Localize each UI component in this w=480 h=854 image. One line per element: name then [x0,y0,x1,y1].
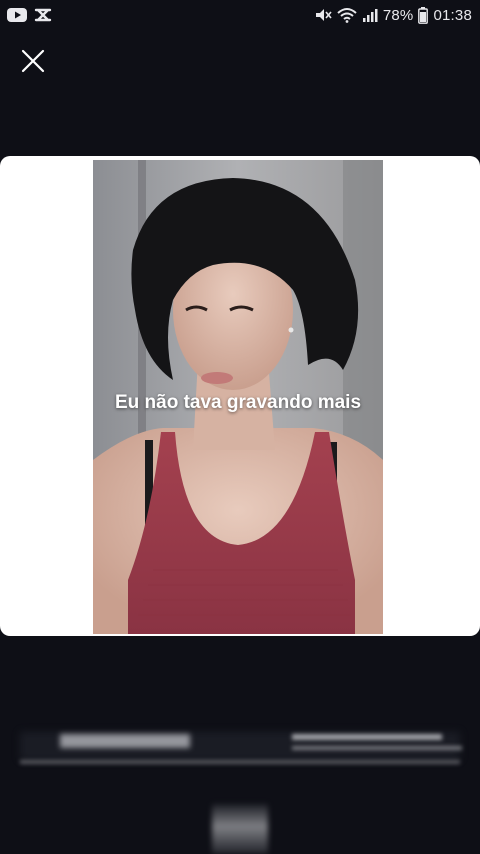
battery-percent: 78% [382,6,414,24]
blurred-timeline [0,720,480,780]
video-frame[interactable]: Eu não tava gravando mais [93,160,383,634]
signal-icon [362,7,378,23]
wifi-icon [337,7,357,23]
status-bar-left [6,7,52,23]
clock: 01:38 [433,6,472,24]
close-icon[interactable] [21,49,45,73]
mute-icon [314,7,332,23]
battery-icon [418,6,429,24]
video-preview-card[interactable]: Eu não tava gravando mais [0,156,480,636]
video-caption: Eu não tava gravando mais [114,392,362,413]
youtube-icon [6,7,28,23]
status-bar: 78% 01:38 [0,0,480,30]
status-bar-right: 78% 01:38 [314,6,472,24]
close-button[interactable] [18,46,48,76]
blurred-thumbnail [212,804,268,854]
capcut-icon [34,7,52,23]
